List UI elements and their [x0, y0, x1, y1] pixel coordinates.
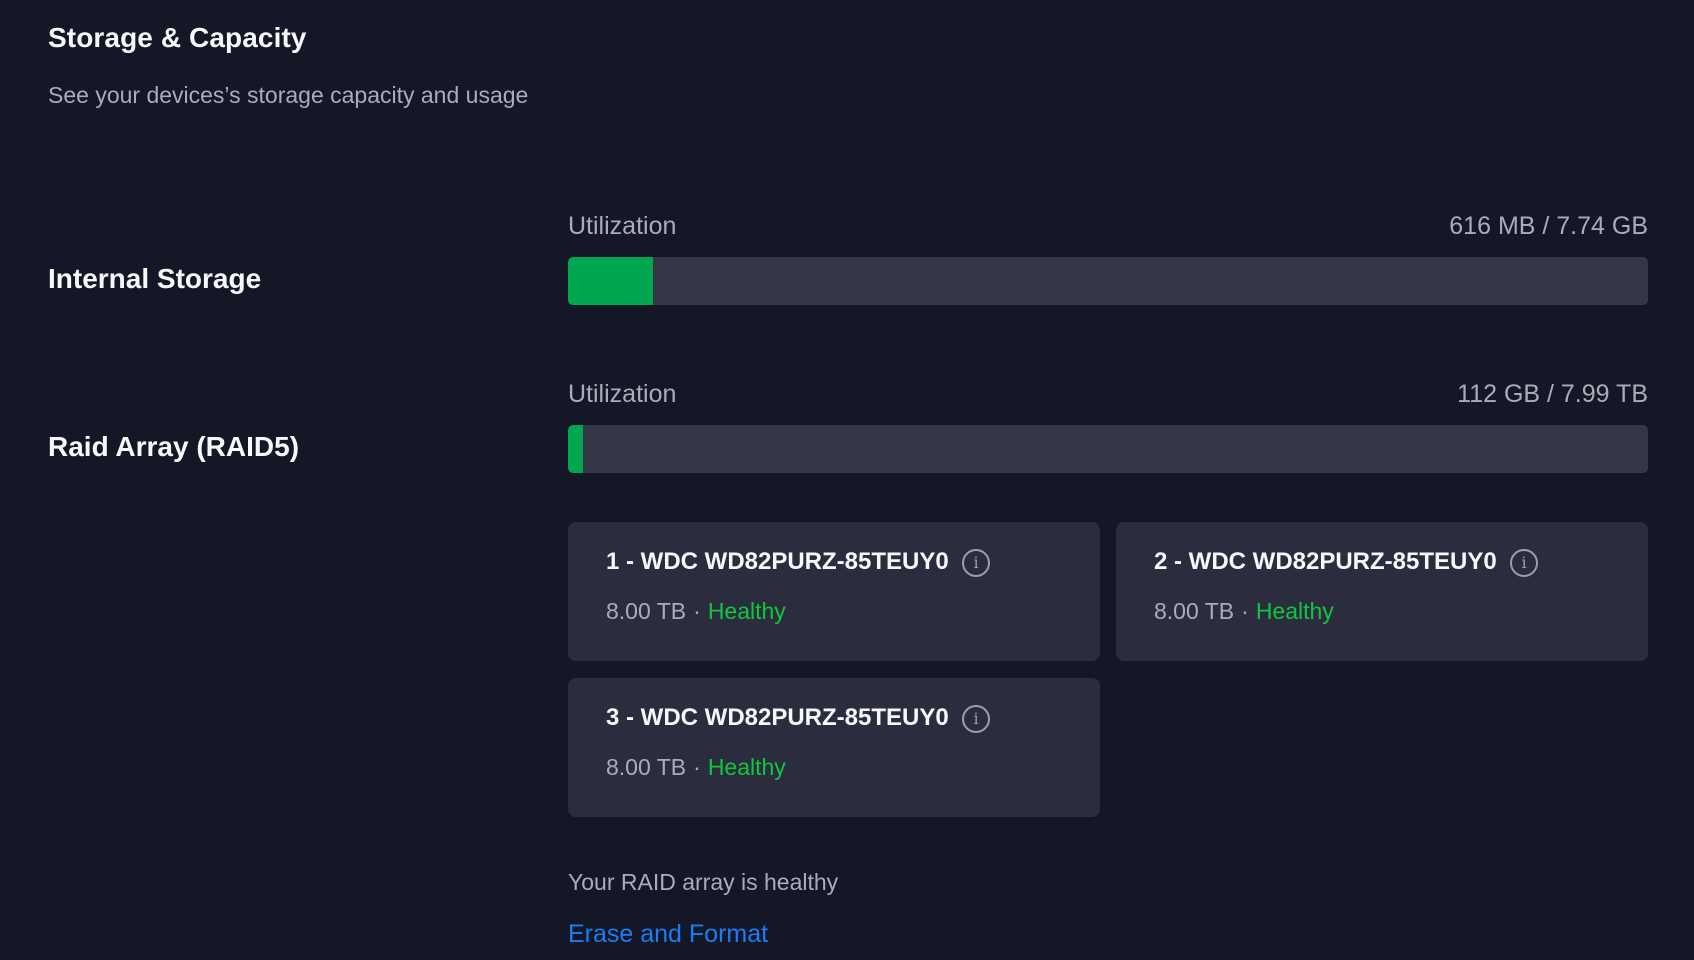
disk-card-2: 2 - WDC WD82PURZ-85TEUY0 i 8.00 TB · Healt…	[1116, 522, 1648, 661]
internal-storage-usage-fill	[568, 257, 654, 305]
raid-utilization-row: Utilization 112 GB / 7.99 TB	[568, 380, 1648, 412]
disk-status: Healthy	[707, 598, 786, 624]
internal-storage-utilization-value: 616 MB / 7.74 GB	[1449, 212, 1648, 240]
disk-capacity: 8.00 TB	[606, 598, 687, 624]
disk-meta: 8.00 TB · Healthy	[606, 754, 786, 781]
erase-and-format-link[interactable]: Erase and Format	[568, 920, 768, 949]
disk-card-1: 1 - WDC WD82PURZ-85TEUY0 i 8.00 TB · Healt…	[568, 522, 1100, 661]
raid-utilization-label: Utilization	[568, 380, 677, 408]
internal-storage-utilization-label: Utilization	[568, 212, 677, 240]
storage-capacity-page: Storage & Capacity See your devices’s st…	[0, 0, 1694, 960]
disk-capacity: 8.00 TB	[606, 754, 687, 780]
internal-storage-label: Internal Storage	[48, 263, 262, 294]
page-subtitle: See your devices’s storage capacity and …	[48, 82, 529, 108]
disk-capacity: 8.00 TB	[1154, 598, 1235, 624]
raid-usage-fill	[568, 425, 584, 473]
internal-storage-utilization-row: Utilization 616 MB / 7.74 GB	[568, 212, 1648, 244]
disk-name: 1 - WDC WD82PURZ-85TEUY0	[606, 548, 949, 575]
disk-status: Healthy	[1255, 598, 1334, 624]
disk-name: 3 - WDC WD82PURZ-85TEUY0	[606, 704, 949, 731]
separator-dot: ·	[693, 598, 701, 624]
separator-dot: ·	[1241, 598, 1249, 624]
disk-card-3: 3 - WDC WD82PURZ-85TEUY0 i 8.00 TB · Healt…	[568, 678, 1100, 817]
internal-storage-usage-bar	[568, 257, 1648, 305]
separator-dot: ·	[693, 754, 701, 780]
disk-status: Healthy	[707, 754, 786, 780]
info-icon[interactable]: i	[1510, 549, 1538, 577]
raid-array-label: Raid Array (RAID5)	[48, 431, 300, 462]
disk-name: 2 - WDC WD82PURZ-85TEUY0	[1154, 548, 1497, 575]
disk-meta: 8.00 TB · Healthy	[606, 598, 786, 625]
info-icon[interactable]: i	[962, 549, 990, 577]
raid-usage-bar	[568, 425, 1648, 473]
raid-health-message: Your RAID array is healthy	[568, 869, 839, 895]
disk-meta: 8.00 TB · Healthy	[1154, 598, 1334, 625]
page-title: Storage & Capacity	[48, 22, 307, 53]
raid-utilization-value: 112 GB / 7.99 TB	[1457, 380, 1648, 408]
info-icon[interactable]: i	[962, 705, 990, 733]
